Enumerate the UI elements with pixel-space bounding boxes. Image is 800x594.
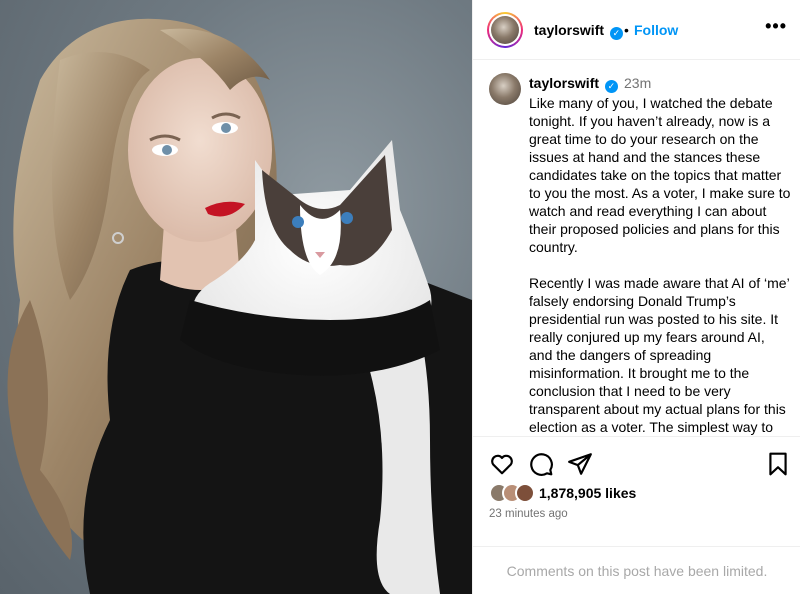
- heart-icon[interactable]: [489, 451, 515, 477]
- caption-text: Like many of you, I watched the debate t…: [529, 94, 791, 435]
- post-time-ago[interactable]: 23 minutes ago: [489, 508, 568, 520]
- separator-dot: •: [624, 22, 629, 38]
- caption-paragraph-1: Like many of you, I watched the debate t…: [529, 95, 791, 255]
- follow-button[interactable]: Follow: [634, 22, 678, 38]
- post-image[interactable]: [0, 0, 472, 594]
- comments-limited-notice: Comments on this post have been limited.: [473, 546, 800, 594]
- caption-scroll-area[interactable]: taylorswift ✓ 23m Like many of you, I wa…: [473, 61, 800, 435]
- bookmark-icon[interactable]: [765, 451, 791, 477]
- comment-icon[interactable]: [528, 451, 554, 477]
- more-options-icon[interactable]: •••: [765, 16, 787, 37]
- caption-avatar[interactable]: [489, 73, 521, 105]
- likes-count[interactable]: 1,878,905 likes: [539, 485, 636, 501]
- post-header: taylorswift ✓ • Follow •••: [473, 0, 800, 60]
- verified-badge-icon: ✓: [604, 80, 618, 93]
- post-actions: 1,878,905 likes 23 minutes ago: [473, 436, 800, 546]
- header-avatar[interactable]: [487, 12, 523, 48]
- likes-summary[interactable]: 1,878,905 likes: [489, 482, 636, 504]
- header-username[interactable]: taylorswift ✓: [534, 22, 623, 40]
- post-details-panel: taylorswift ✓ • Follow ••• taylorswift ✓…: [472, 0, 800, 594]
- caption-username[interactable]: taylorswift ✓: [529, 75, 618, 93]
- verified-badge-icon: ✓: [609, 27, 623, 40]
- caption-paragraph-2: Recently I was made aware that AI of ‘me…: [529, 275, 790, 435]
- post-photo-illustration: [7, 18, 472, 594]
- caption-timestamp[interactable]: 23m: [624, 75, 651, 91]
- liker-avatar: [515, 483, 535, 503]
- share-icon[interactable]: [567, 451, 593, 477]
